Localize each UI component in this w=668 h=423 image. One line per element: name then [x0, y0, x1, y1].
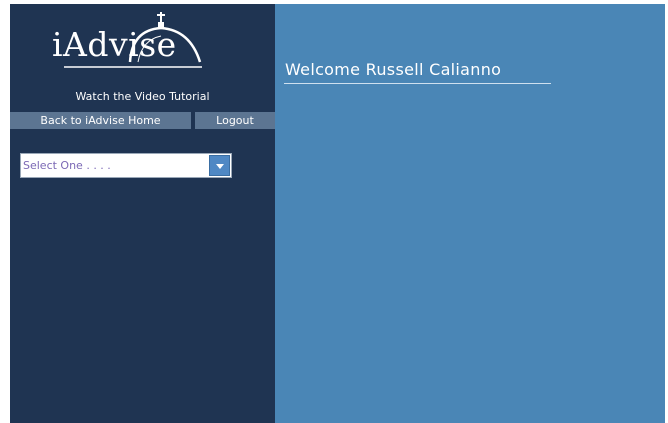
- video-tutorial-link[interactable]: Watch the Video Tutorial: [10, 90, 275, 103]
- logout-button[interactable]: Logout: [195, 112, 275, 129]
- sidebar-nav: Back to iAdvise Home Logout: [10, 112, 275, 129]
- option-select[interactable]: Select One . . . .: [20, 153, 232, 178]
- welcome-message: Welcome Russell Calianno: [285, 60, 502, 79]
- logo-text: iAdvise: [52, 25, 177, 64]
- app-frame: iAdvise Watch the Video Tutorial Back to…: [10, 4, 665, 423]
- main-panel: Welcome Russell Calianno: [275, 4, 665, 423]
- select-value: Select One . . . .: [23, 159, 111, 172]
- back-home-button[interactable]: Back to iAdvise Home: [10, 112, 191, 129]
- sidebar: iAdvise Watch the Video Tutorial Back to…: [10, 4, 275, 423]
- iadvise-logo[interactable]: iAdvise: [50, 10, 210, 80]
- chevron-down-icon[interactable]: [209, 155, 230, 176]
- welcome-divider: [284, 83, 551, 84]
